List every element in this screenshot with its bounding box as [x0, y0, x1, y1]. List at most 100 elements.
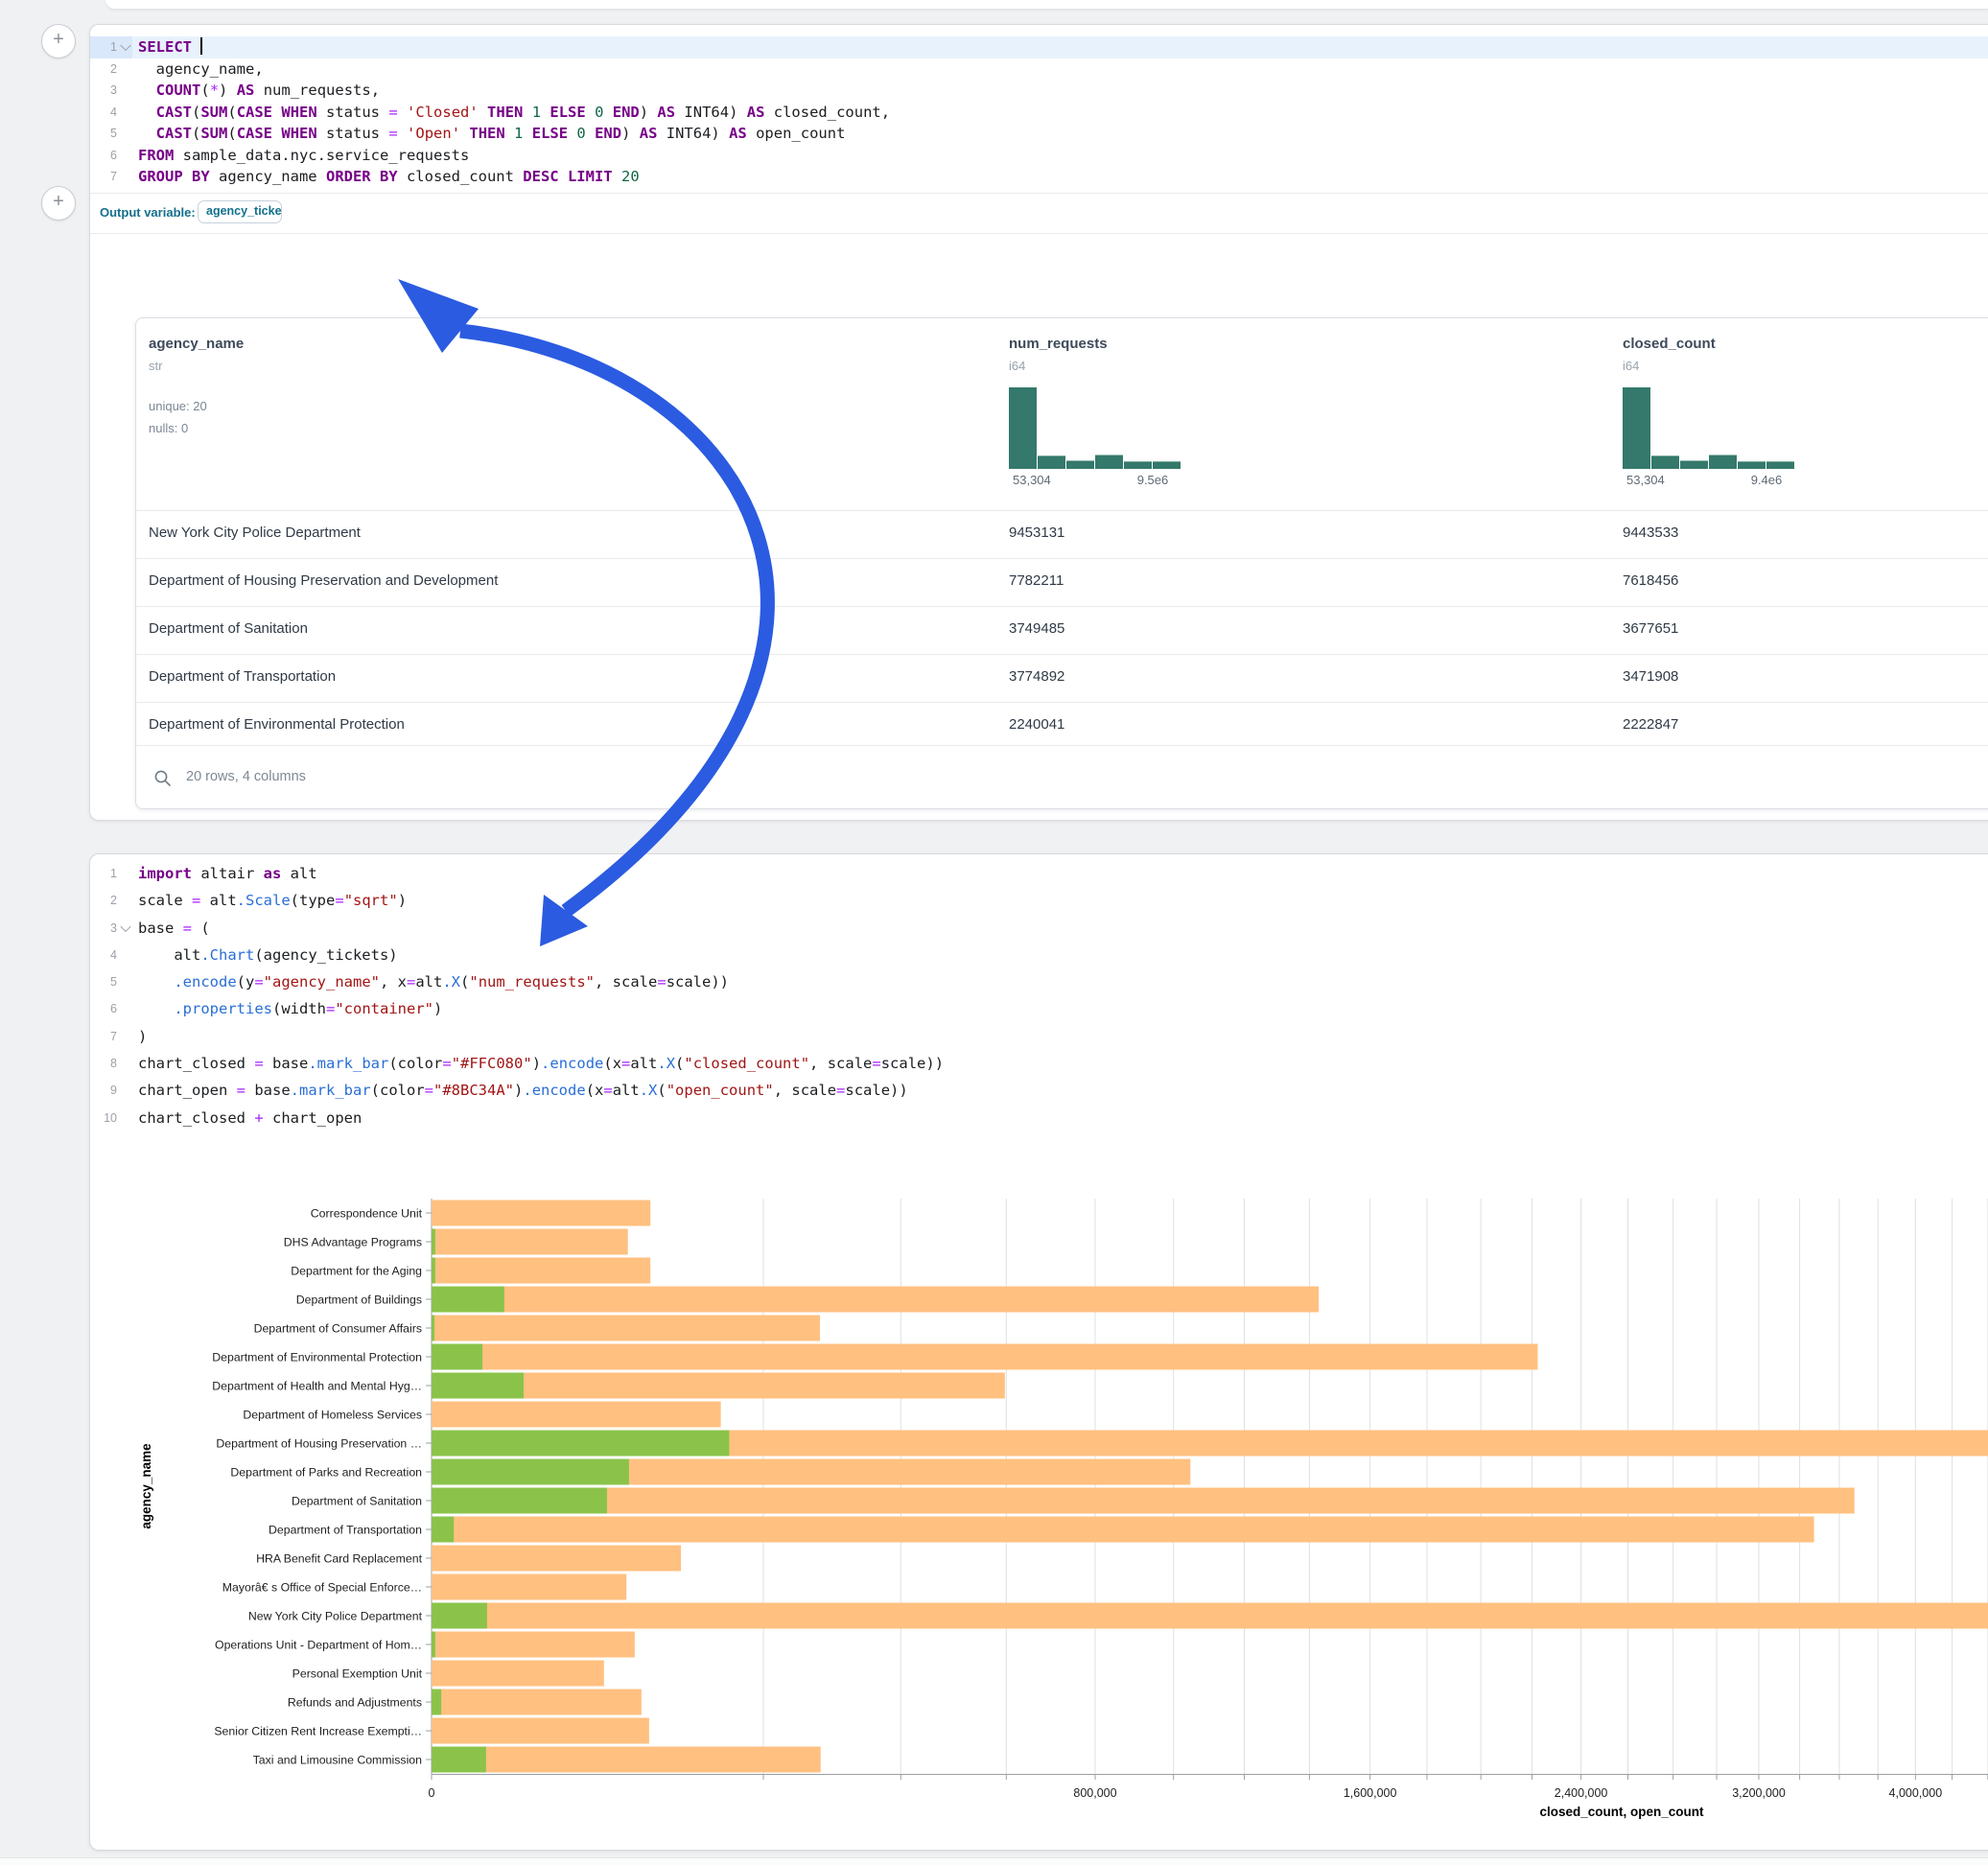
code-text: chart_closed = base.mark_bar(color="#FFC…: [138, 1050, 944, 1077]
code-line-1[interactable]: 1 import altair as alt: [90, 860, 1988, 887]
column-title: closed_count: [1623, 336, 1716, 352]
altair-bar-chart[interactable]: 0800,0001,600,0002,400,0003,200,0004,000…: [90, 1190, 1988, 1856]
python-cell: 1 import altair as alt 2 scale = alt.Scale(…: [89, 853, 1988, 1851]
svg-text:Department of Environmental Pr: Department of Environmental Protection: [212, 1351, 422, 1364]
svg-text:Department of Homeless Service: Department of Homeless Services: [243, 1409, 422, 1422]
bar-closed_count: [432, 1603, 1988, 1629]
svg-text:3,200,000: 3,200,000: [1732, 1786, 1786, 1800]
code-text: CAST(SUM(CASE WHEN status = 'Open' THEN …: [138, 123, 845, 145]
code-text: base = (: [138, 915, 210, 942]
code-line-3[interactable]: 3 COUNT(*) AS num_requests,: [90, 80, 1988, 102]
line-number: 1: [90, 36, 117, 58]
line-number: 7: [90, 166, 117, 188]
table-row[interactable]: Department of Environmental Protection22…: [136, 702, 1988, 750]
code-text: scale = alt.Scale(type="sqrt"): [138, 887, 407, 914]
table-cell: 7782211: [1009, 572, 1064, 589]
table-row[interactable]: New York City Police Department945313194…: [136, 510, 1988, 558]
svg-text:Department of Consumer Affairs: Department of Consumer Affairs: [254, 1322, 422, 1336]
code-line-4[interactable]: 4 alt.Chart(agency_tickets): [90, 942, 1988, 968]
svg-text:DHS Advantage Programs: DHS Advantage Programs: [284, 1236, 422, 1249]
code-text: GROUP BY agency_name ORDER BY closed_cou…: [138, 166, 640, 188]
line-number: 6: [90, 145, 117, 167]
code-text: alt.Chart(agency_tickets): [138, 942, 398, 968]
bar-open_count: [432, 1488, 607, 1514]
column-type: i64: [1623, 359, 1639, 373]
add-cell-button-top[interactable]: +: [41, 24, 76, 58]
svg-text:Operations Unit - Department o: Operations Unit - Department of Hom…: [215, 1639, 422, 1652]
code-text: chart_open = base.mark_bar(color="#8BC34…: [138, 1077, 908, 1104]
bar-closed_count: [432, 1546, 681, 1572]
svg-text:Department of Health and Menta: Department of Health and Mental Hyg…: [212, 1380, 422, 1393]
code-text: chart_closed + chart_open: [138, 1105, 362, 1131]
table-cell: 2222847: [1623, 716, 1678, 733]
bar-open_count: [432, 1287, 504, 1313]
bar-closed_count: [432, 1574, 626, 1600]
bar-closed_count: [432, 1258, 650, 1284]
code-text: import altair as alt: [138, 860, 317, 887]
svg-text:agency_name: agency_name: [139, 1443, 153, 1529]
code-line-6[interactable]: 6 .properties(width="container"): [90, 995, 1988, 1022]
column-title: num_requests: [1009, 336, 1108, 352]
add-cell-button-middle[interactable]: +: [41, 186, 76, 221]
bar-open_count: [432, 1517, 454, 1543]
line-number: 1: [90, 860, 117, 887]
bar-open_count: [432, 1690, 441, 1715]
column-title: agency_name: [149, 336, 244, 352]
code-line-10[interactable]: 10chart_closed + chart_open: [90, 1105, 1988, 1131]
line-number: 4: [90, 102, 117, 124]
code-line-7[interactable]: 7): [90, 1023, 1988, 1050]
code-line-7[interactable]: 7 GROUP BY agency_name ORDER BY closed_co…: [90, 166, 1988, 188]
svg-text:2,400,000: 2,400,000: [1555, 1786, 1608, 1800]
code-line-9[interactable]: 9chart_open = base.mark_bar(color="#8BC3…: [90, 1077, 1988, 1104]
bar-closed_count: [432, 1632, 635, 1658]
line-number: 2: [90, 58, 117, 81]
table-row[interactable]: Department of Transportation377489234719…: [136, 654, 1988, 702]
table-cell: Department of Transportation: [149, 668, 336, 685]
bar-closed_count: [432, 1201, 650, 1226]
code-text: .properties(width="container"): [138, 995, 442, 1022]
code-text: .encode(y="agency_name", x=alt.X("num_re…: [138, 968, 729, 995]
code-line-2[interactable]: 2 agency_name,: [90, 58, 1988, 81]
line-number: 6: [90, 995, 117, 1022]
line-number: 5: [90, 123, 117, 145]
table-row[interactable]: Department of Housing Preservation and D…: [136, 558, 1988, 606]
code-line-1[interactable]: 1 SELECT: [90, 36, 1988, 58]
code-line-6[interactable]: 6FROM sample_data.nyc.service_requests: [90, 145, 1988, 167]
svg-text:Department of Housing Preserva: Department of Housing Preservation …: [216, 1437, 422, 1451]
code-line-4[interactable]: 4 CAST(SUM(CASE WHEN status = 'Closed' T…: [90, 102, 1988, 124]
table-row[interactable]: Department of Sanitation37494853677651: [136, 606, 1988, 654]
line-number: 8: [90, 1050, 117, 1077]
output-variable-strip: Output variable: agency_tickets: [90, 193, 1988, 234]
code-line-3[interactable]: 3base = (: [90, 915, 1988, 942]
text-cursor: [200, 37, 202, 55]
code-line-5[interactable]: 5 CAST(SUM(CASE WHEN status = 'Open' THE…: [90, 123, 1988, 145]
svg-text:Taxi and Limousine Commission: Taxi and Limousine Commission: [253, 1754, 422, 1767]
svg-text:Department of Parks and Recrea: Department of Parks and Recreation: [230, 1466, 422, 1480]
sql-code-editor[interactable]: 1 SELECT 2 agency_name,3 COUNT(*) AS num_…: [90, 36, 1988, 188]
svg-text:Department of Sanitation: Department of Sanitation: [292, 1495, 422, 1508]
code-line-8[interactable]: 8 chart_closed = base.mark_bar(color="#FF…: [90, 1050, 1988, 1077]
svg-text:Department for the Aging: Department for the Aging: [291, 1265, 422, 1278]
bar-open_count: [432, 1603, 487, 1629]
svg-text:Mayorâ€ s Office of Special En: Mayorâ€ s Office of Special Enforce…: [222, 1581, 422, 1595]
code-text: SELECT: [138, 36, 202, 58]
search-icon[interactable]: [153, 769, 172, 787]
bar-open_count: [432, 1373, 524, 1399]
bar-closed_count: [432, 1517, 1814, 1543]
svg-text:Department of Transportation: Department of Transportation: [269, 1524, 422, 1537]
svg-text:0: 0: [429, 1786, 435, 1800]
table-cell: 9443533: [1623, 525, 1678, 541]
svg-text:Personal Exemption Unit: Personal Exemption Unit: [292, 1667, 423, 1681]
code-line-5[interactable]: 5 .encode(y="agency_name", x=alt.X("num_…: [90, 968, 1988, 995]
table-cell: Department of Housing Preservation and D…: [149, 572, 498, 589]
column-type: str: [149, 359, 162, 373]
output-variable-pill[interactable]: agency_tickets: [198, 200, 282, 223]
column-type: i64: [1009, 359, 1025, 373]
line-number: 2: [90, 887, 117, 914]
histogram-closed-count: 53,3049.4e6: [1623, 387, 1800, 493]
python-code-editor[interactable]: 1 import altair as alt 2 scale = alt.Scale(…: [90, 860, 1988, 1131]
bar-open_count: [432, 1431, 729, 1457]
code-line-2[interactable]: 2 scale = alt.Scale(type="sqrt"): [90, 887, 1988, 914]
row-column-count: 20 rows, 4 columns: [186, 769, 306, 784]
fold-chevron-icon[interactable]: [120, 921, 130, 931]
